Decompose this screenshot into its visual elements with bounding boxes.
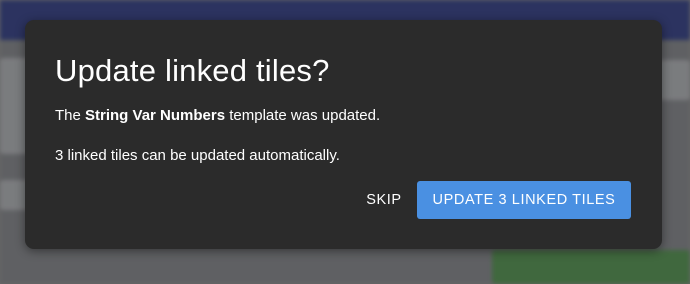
dialog-message-template: The String Var Numbers template was upda… [55, 107, 380, 125]
skip-button[interactable]: SKIP [357, 181, 411, 219]
dialog-message-count: 3 linked tiles can be updated automatica… [55, 147, 340, 164]
update-linked-tiles-dialog: Update linked tiles? The String Var Numb… [25, 20, 662, 249]
message-suffix: template was updated. [225, 107, 381, 124]
message-prefix: The [55, 107, 86, 124]
update-linked-tiles-button[interactable]: UPDATE 3 LINKED TILES [417, 181, 631, 219]
dialog-title: Update linked tiles? [55, 53, 330, 88]
template-name: String Var Numbers [85, 107, 226, 124]
